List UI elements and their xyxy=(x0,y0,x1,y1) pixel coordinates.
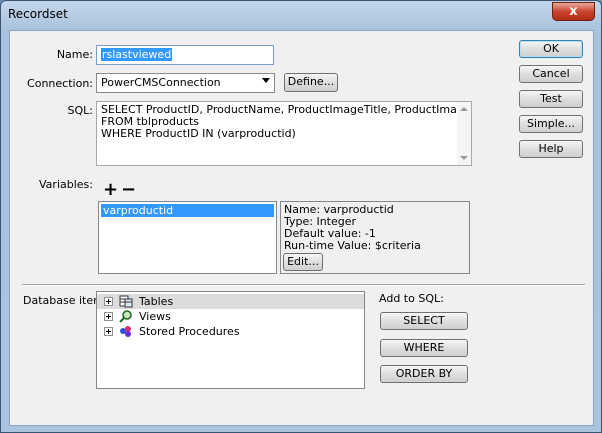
expand-icon[interactable] xyxy=(104,297,113,306)
tree-item-label: Tables xyxy=(139,295,174,308)
tables-icon xyxy=(119,295,133,308)
simple-button[interactable]: Simple... xyxy=(519,115,583,133)
tree-item-tables[interactable]: Tables xyxy=(97,294,364,309)
define-button[interactable]: Define... xyxy=(284,73,338,92)
sql-label: SQL: xyxy=(67,104,93,117)
ok-button[interactable]: OK xyxy=(519,40,583,58)
test-button[interactable]: Test xyxy=(519,90,583,108)
scroll-up-icon[interactable] xyxy=(460,107,468,111)
views-icon xyxy=(119,310,132,323)
variable-detail-runtime: Run-time Value: $criteria xyxy=(284,239,421,252)
where-button[interactable]: WHERE xyxy=(380,339,468,357)
sql-scrollbar[interactable] xyxy=(457,102,471,165)
cancel-button[interactable]: Cancel xyxy=(519,65,583,83)
connection-value: PowerCMSConnection xyxy=(101,76,221,89)
name-label: Name: xyxy=(56,48,93,61)
tree-item-label: Stored Procedures xyxy=(139,325,240,338)
tree-item-label: Views xyxy=(139,310,171,323)
order-by-button[interactable]: ORDER BY xyxy=(380,365,468,383)
chevron-down-icon xyxy=(262,78,270,83)
recordset-dialog: Recordset x Name: rslastviewed Connectio… xyxy=(0,0,602,433)
sql-textarea[interactable]: SELECT ProductID, ProductName, ProductIm… xyxy=(96,101,472,166)
variables-list[interactable]: varproductid xyxy=(98,201,277,274)
add-to-sql-label: Add to SQL: xyxy=(379,292,444,305)
connection-select[interactable]: PowerCMSConnection xyxy=(96,73,275,93)
window-title: Recordset xyxy=(8,7,68,21)
remove-variable-button[interactable]: − xyxy=(121,181,136,199)
sql-line: WHERE ProductID IN (varproductid) xyxy=(101,127,296,140)
help-button[interactable]: Help xyxy=(519,140,583,158)
title-bar[interactable]: Recordset x xyxy=(1,1,601,29)
database-items-tree[interactable]: Tables Views Stored Procedures xyxy=(96,291,365,389)
connection-label: Connection: xyxy=(27,77,93,90)
variable-details: Name: varproductid Type: Integer Default… xyxy=(280,201,470,274)
add-variable-button[interactable]: + xyxy=(103,181,118,199)
list-item[interactable]: varproductid xyxy=(101,204,274,217)
close-button[interactable]: x xyxy=(552,2,595,21)
dialog-client-area: Name: rslastviewed Connection: PowerCMSC… xyxy=(9,30,594,426)
select-button[interactable]: SELECT xyxy=(380,312,468,330)
expand-icon[interactable] xyxy=(104,327,113,336)
name-input[interactable]: rslastviewed xyxy=(96,45,274,65)
section-divider xyxy=(22,284,585,286)
tree-item-views[interactable]: Views xyxy=(97,309,364,324)
scroll-down-icon[interactable] xyxy=(460,156,468,160)
variables-label: Variables: xyxy=(39,178,93,191)
edit-variable-button[interactable]: Edit... xyxy=(283,253,323,271)
stored-procedures-icon xyxy=(120,326,131,337)
close-icon: x xyxy=(569,4,578,19)
expand-icon[interactable] xyxy=(104,312,113,321)
name-input-value: rslastviewed xyxy=(101,48,173,61)
tree-item-stored-procedures[interactable]: Stored Procedures xyxy=(97,324,364,339)
